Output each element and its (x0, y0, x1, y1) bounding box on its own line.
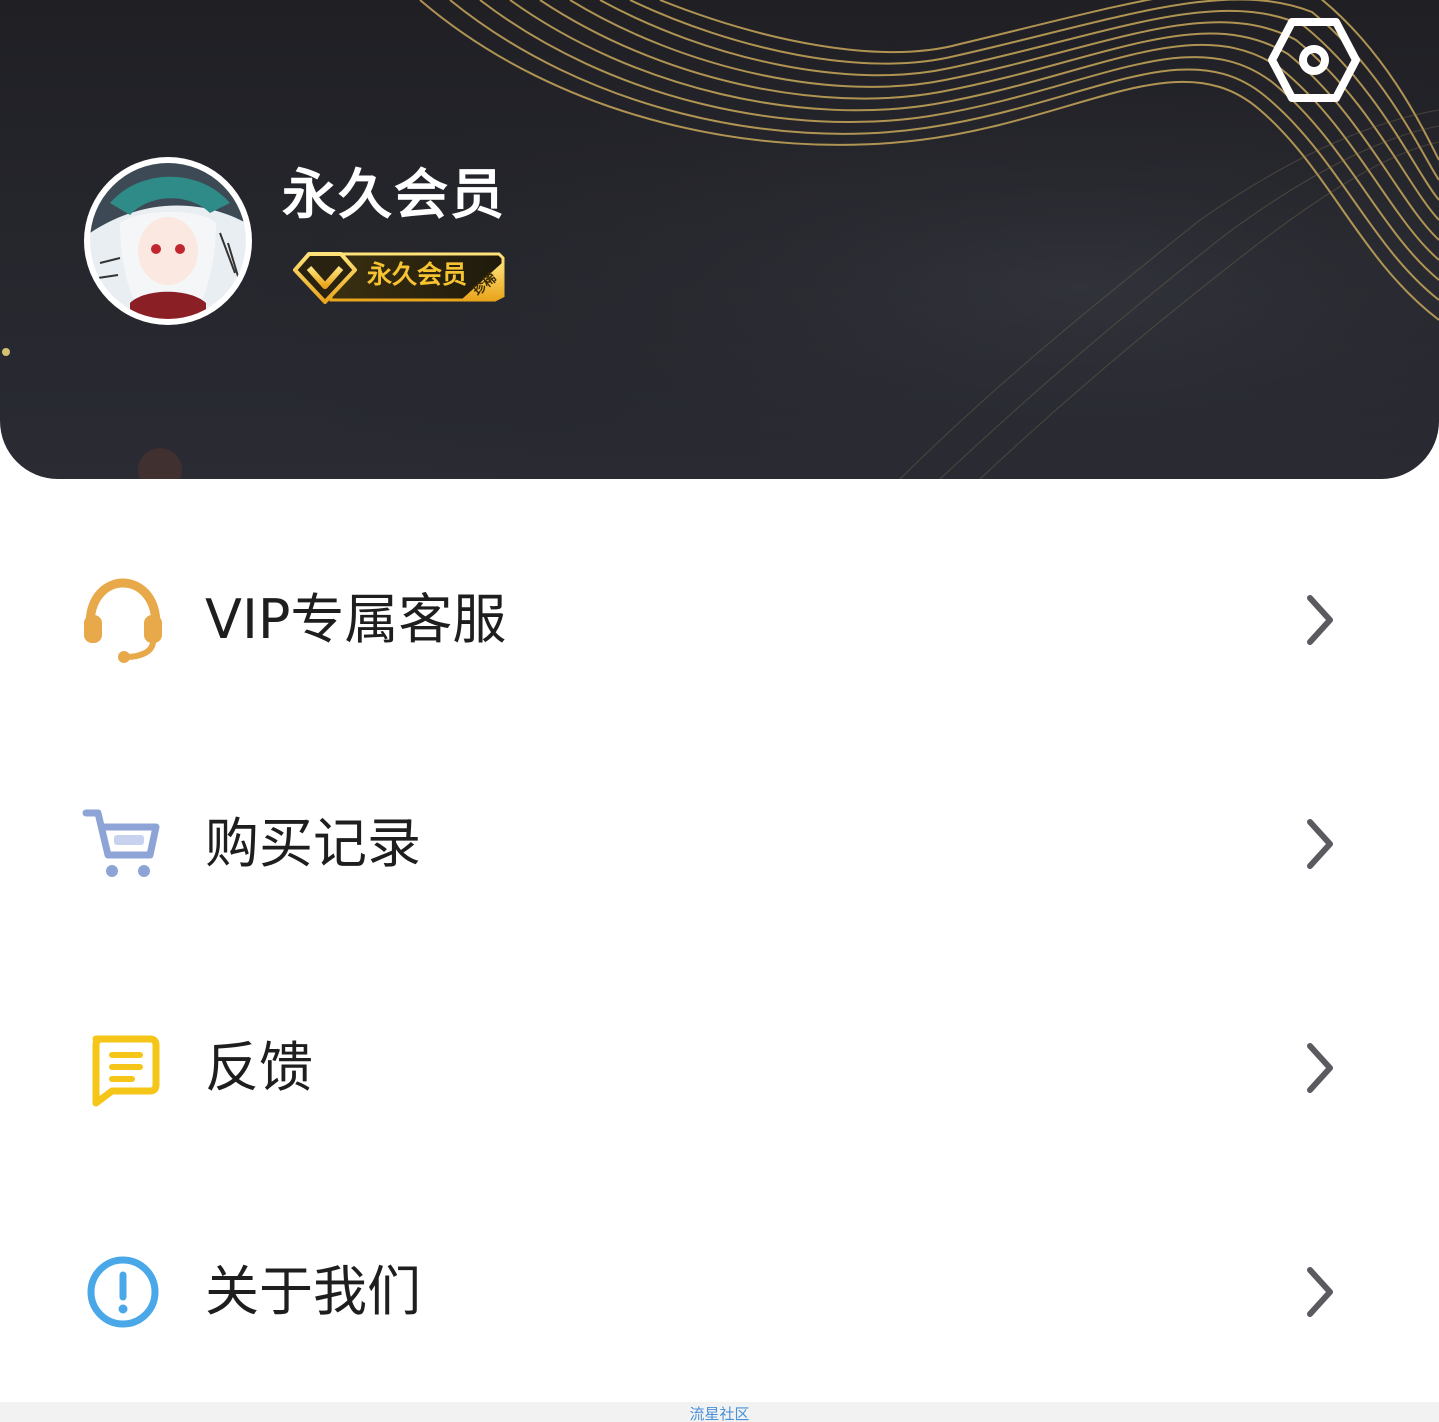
headset-icon (78, 575, 168, 665)
info-circle-icon (78, 1247, 168, 1337)
menu-item-about-us[interactable]: 关于我们 (0, 1217, 1439, 1367)
menu-item-label: 购买记录 (205, 812, 421, 875)
username: 永久会员 (282, 163, 506, 226)
menu-item-label: VIP专属客服 (205, 588, 507, 651)
watermark-text: 流星社区 (689, 1405, 750, 1422)
settings-hexagon-icon (1268, 18, 1360, 102)
vip-badge-label: 永久会员 (367, 260, 468, 289)
chevron-right-icon (1300, 816, 1340, 872)
feedback-message-icon (78, 1023, 168, 1113)
settings-button[interactable] (1268, 18, 1360, 102)
profile-header: 永久会员 永久会员 珍稀 (0, 0, 1439, 479)
menu-item-purchase-history[interactable]: 购买记录 (0, 769, 1439, 919)
menu-item-label: 反馈 (205, 1036, 313, 1099)
menu-item-label: 关于我们 (205, 1260, 421, 1323)
chevron-right-icon (1300, 1040, 1340, 1096)
profile-page: 永久会员 永久会员 珍稀 VIP专属客服 购买记录 反馈 关于我们 流星社区 (0, 0, 1439, 1422)
menu-item-feedback[interactable]: 反馈 (0, 993, 1439, 1143)
chevron-right-icon (1300, 592, 1340, 648)
shopping-cart-icon (78, 799, 168, 889)
avatar[interactable] (84, 157, 252, 325)
watermark-bar: 流星社区 (0, 1402, 1439, 1422)
avatar-image (90, 163, 246, 319)
menu-item-vip-service[interactable]: VIP专属客服 (0, 545, 1439, 695)
vip-badge: 永久会员 珍稀 (291, 248, 507, 306)
chevron-right-icon (1300, 1264, 1340, 1320)
